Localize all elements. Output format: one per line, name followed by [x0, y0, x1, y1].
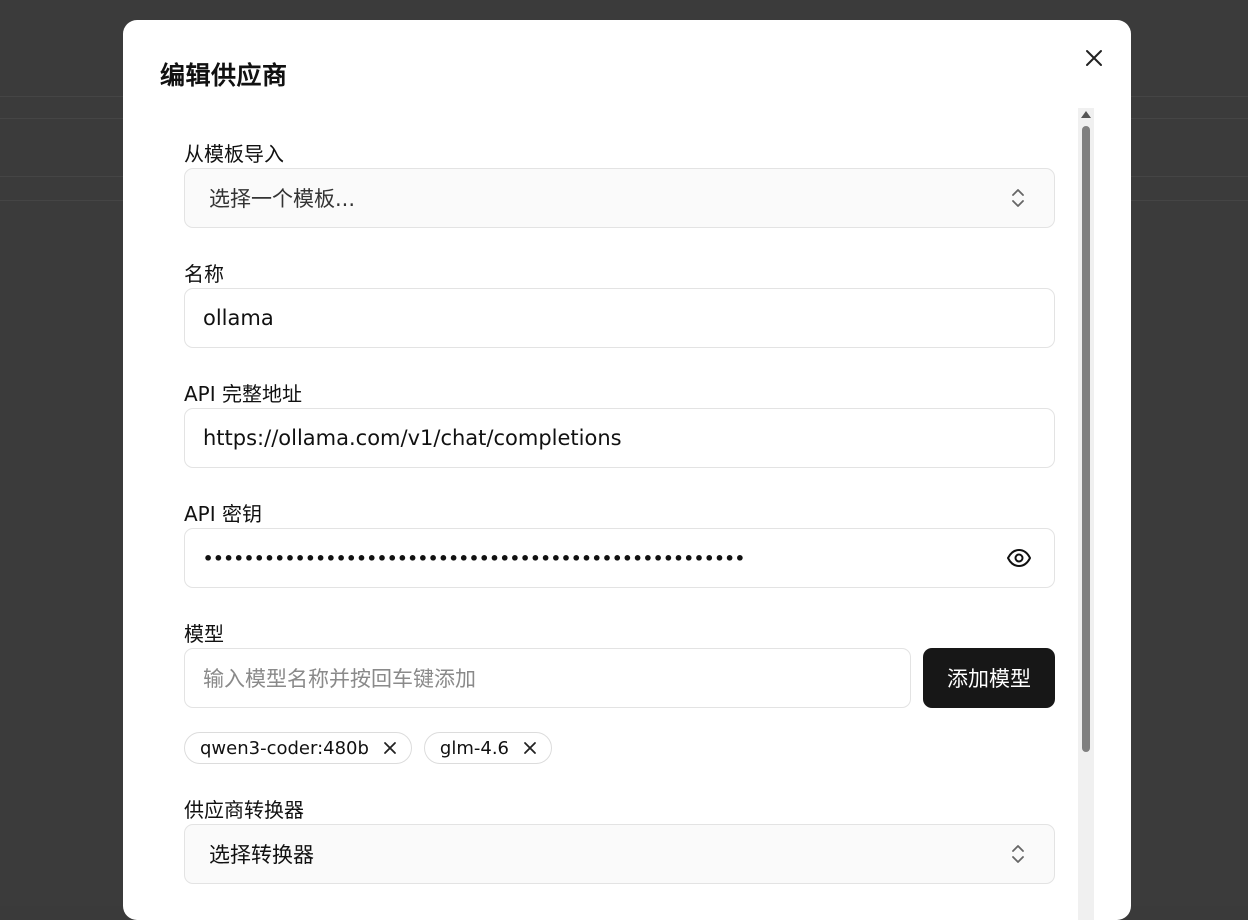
- transformer-select[interactable]: 选择转换器: [184, 824, 1055, 884]
- name-label: 名称: [184, 262, 224, 286]
- template-select[interactable]: 选择一个模板...: [184, 168, 1055, 228]
- models-field: 模型 输入模型名称并按回车键添加 添加模型 qwen3-coder:480b g…: [184, 620, 1055, 764]
- api-key-input[interactable]: ••••••••••••••••••••••••••••••••••••••••…: [184, 528, 1055, 588]
- name-input[interactable]: ollama: [184, 288, 1055, 348]
- template-field: 从模板导入 选择一个模板...: [184, 140, 1055, 228]
- name-field: 名称 ollama: [184, 260, 1055, 348]
- chevron-up-down-icon: [1008, 186, 1028, 210]
- model-chip: glm-4.6: [423, 732, 553, 764]
- api-key-field: API 密钥 •••••••••••••••••••••••••••••••••…: [184, 500, 1055, 588]
- api-url-label: API 完整地址: [184, 382, 302, 406]
- chevron-up-down-icon: [1008, 842, 1028, 866]
- scroll-up-arrow-icon[interactable]: [1081, 111, 1091, 118]
- edit-provider-dialog: 编辑供应商 从模板导入 选择一个模板... 名称 ollama API 完整地址…: [123, 20, 1131, 920]
- model-chip-label: glm-4.6: [439, 737, 510, 759]
- model-chip: qwen3-coder:480b: [184, 732, 412, 764]
- add-model-button[interactable]: 添加模型: [923, 648, 1055, 708]
- api-url-field: API 完整地址 https://ollama.com/v1/chat/comp…: [184, 380, 1055, 468]
- api-key-label: API 密钥: [184, 502, 262, 526]
- api-url-input-value: https://ollama.com/v1/chat/completions: [203, 426, 622, 450]
- name-input-value: ollama: [203, 306, 274, 330]
- transformer-select-value: 选择转换器: [209, 843, 314, 867]
- model-chip-label: qwen3-coder:480b: [200, 737, 369, 759]
- dialog-title: 编辑供应商: [160, 61, 288, 90]
- form-scrollbar[interactable]: [1078, 108, 1094, 920]
- template-select-value: 选择一个模板...: [209, 187, 356, 211]
- transformer-field: 供应商转换器 选择转换器: [184, 796, 1055, 884]
- model-chip-list: qwen3-coder:480b glm-4.6: [184, 732, 553, 764]
- close-icon: [1086, 50, 1102, 66]
- api-key-masked-value: ••••••••••••••••••••••••••••••••••••••••…: [203, 548, 746, 568]
- model-name-placeholder: 输入模型名称并按回车键添加: [203, 667, 476, 691]
- template-label: 从模板导入: [184, 142, 284, 166]
- transformer-label: 供应商转换器: [184, 798, 304, 822]
- close-button[interactable]: [1082, 46, 1106, 70]
- models-label: 模型: [184, 622, 224, 646]
- model-name-input[interactable]: 输入模型名称并按回车键添加: [184, 648, 911, 708]
- scrollbar-thumb[interactable]: [1082, 126, 1090, 752]
- eye-icon[interactable]: [1006, 545, 1032, 571]
- remove-icon[interactable]: [523, 741, 537, 755]
- remove-icon[interactable]: [383, 741, 397, 755]
- api-url-input[interactable]: https://ollama.com/v1/chat/completions: [184, 408, 1055, 468]
